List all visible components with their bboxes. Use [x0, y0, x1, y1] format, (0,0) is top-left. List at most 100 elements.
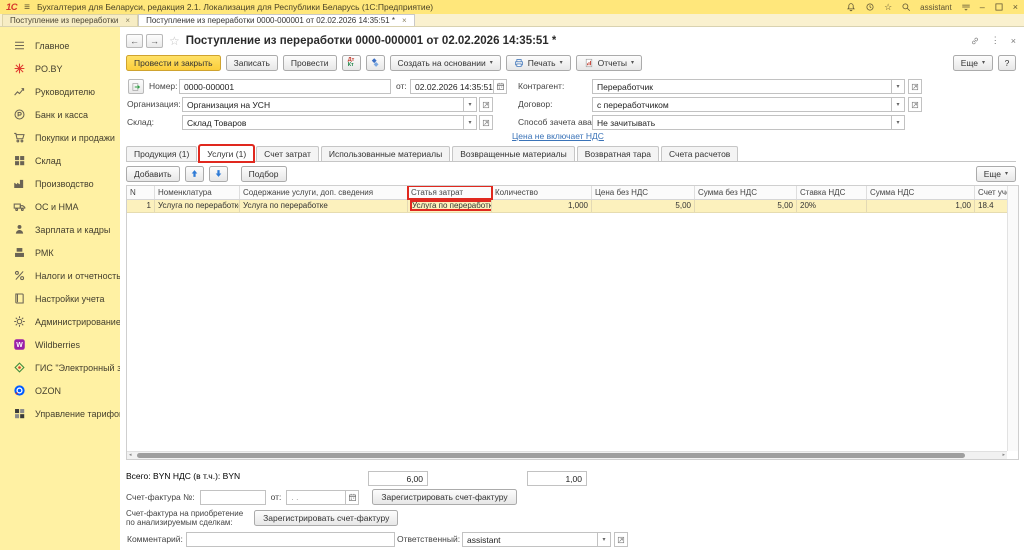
table-row[interactable]: 1 Услуга по переработке Услуга по перера… — [127, 200, 1018, 213]
sidebar-item-ozon[interactable]: OZON — [0, 379, 120, 402]
tab-settlement-accounts[interactable]: Счета расчетов — [661, 146, 738, 162]
cell-n[interactable]: 1 — [127, 200, 155, 212]
sidebar-item-taxes[interactable]: Налоги и отчетность — [0, 264, 120, 287]
counterparty-input[interactable]: Переработчик — [592, 79, 892, 94]
window-tab-list[interactable]: Поступление из переработки × — [2, 14, 138, 26]
notifications-bell-icon[interactable] — [846, 2, 856, 12]
advance-method-dropdown-button[interactable]: ▾ — [892, 115, 905, 130]
sidebar-item-gis[interactable]: ГИС "Электронный знак" — [0, 356, 120, 379]
warehouse-input[interactable]: Склад Товаров — [182, 115, 464, 130]
column-header-vat-amount[interactable]: Сумма НДС — [867, 186, 975, 199]
more-menu-icon[interactable]: ⋮ — [991, 35, 1000, 46]
search-icon[interactable] — [901, 2, 911, 12]
minimize-icon[interactable]: – — [980, 2, 985, 12]
add-row-button[interactable]: Добавить — [126, 166, 180, 182]
main-menu-icon[interactable]: ≡ — [24, 2, 30, 13]
show-postings-button[interactable]: ДтКт — [342, 55, 361, 71]
comment-input[interactable] — [186, 532, 395, 547]
cell-service-content[interactable]: Услуга по переработке — [240, 200, 408, 212]
more-button[interactable]: Еще ▾ — [953, 55, 993, 71]
favorite-star-icon[interactable]: ☆ — [169, 34, 180, 48]
sidebar-item-poby[interactable]: PO.BY — [0, 57, 120, 80]
column-header-cost-item[interactable]: Статья затрат — [408, 186, 492, 199]
close-tab-icon[interactable]: × — [402, 16, 407, 25]
invoice-number-input[interactable] — [200, 490, 266, 505]
print-button[interactable]: Печать ▾ — [506, 55, 571, 71]
cell-price-no-vat[interactable]: 5,00 — [592, 200, 695, 212]
post-and-close-button[interactable]: Провести и закрыть — [126, 55, 221, 71]
window-tab-document[interactable]: Поступление из переработки 0000-000001 о… — [138, 14, 415, 26]
sidebar-item-payroll[interactable]: Зарплата и кадры — [0, 218, 120, 241]
move-up-button[interactable] — [185, 166, 204, 182]
cell-quantity[interactable]: 1,000 — [492, 200, 592, 212]
sidebar-item-fixed-assets[interactable]: ОС и НМА — [0, 195, 120, 218]
post-button[interactable]: Провести — [283, 55, 337, 71]
contract-input[interactable]: с переработчиком — [592, 97, 892, 112]
tab-used-materials[interactable]: Использованные материалы — [321, 146, 450, 162]
sidebar-item-administration[interactable]: Администрирование — [0, 310, 120, 333]
scroll-right-icon[interactable]: ▸ — [1002, 452, 1005, 459]
current-user-label[interactable]: assistant — [920, 3, 952, 12]
tab-cost-account[interactable]: Счет затрат — [256, 146, 319, 162]
tab-returnable-packaging[interactable]: Возвратная тара — [577, 146, 659, 162]
sidebar-item-manager[interactable]: Руководителю — [0, 80, 120, 103]
register-invoice-analyzed-button[interactable]: Зарегистрировать счет-фактуру — [254, 510, 398, 526]
maximize-icon[interactable] — [994, 2, 1004, 12]
invoice-calendar-button[interactable] — [346, 490, 359, 505]
close-document-icon[interactable]: × — [1011, 36, 1016, 46]
column-header-amount-no-vat[interactable]: Сумма без НДС — [695, 186, 797, 199]
help-button[interactable]: ? — [998, 55, 1016, 71]
number-input[interactable]: 0000-000001 — [179, 79, 391, 94]
sidebar-item-main[interactable]: Главное — [0, 34, 120, 57]
column-header-vat-rate[interactable]: Ставка НДС — [797, 186, 867, 199]
create-on-base-button[interactable]: Создать на основании ▾ — [390, 55, 501, 71]
pick-button[interactable]: Подбор — [241, 166, 287, 182]
organization-dropdown-button[interactable]: ▾ — [464, 97, 477, 112]
close-tab-icon[interactable]: × — [125, 16, 130, 25]
total-input[interactable]: 6,00 — [368, 471, 428, 486]
column-header-n[interactable]: N — [127, 186, 155, 199]
history-icon[interactable] — [865, 2, 875, 12]
organization-input[interactable]: Организация на УСН — [182, 97, 464, 112]
cell-amount-no-vat[interactable]: 5,00 — [695, 200, 797, 212]
calendar-button[interactable] — [494, 79, 507, 94]
cell-cost-item[interactable]: Услуга по переработке — [408, 200, 492, 212]
tab-returned-materials[interactable]: Возвращенные материалы — [452, 146, 575, 162]
document-structure-button[interactable] — [366, 55, 385, 71]
cell-nomenclature[interactable]: Услуга по переработке — [155, 200, 240, 212]
sidebar-item-tariff[interactable]: Управление тарифом — [0, 402, 120, 425]
sidebar-item-pos[interactable]: РМК — [0, 241, 120, 264]
sidebar-item-production[interactable]: Производство — [0, 172, 120, 195]
column-header-service-content[interactable]: Содержание услуги, доп. сведения — [240, 186, 408, 199]
counterparty-dropdown-button[interactable]: ▾ — [892, 79, 905, 94]
date-input[interactable]: 02.02.2026 14:35:51 — [410, 79, 494, 94]
responsible-dropdown-button[interactable]: ▾ — [598, 532, 611, 547]
cell-vat-amount[interactable]: 1,00 — [867, 200, 975, 212]
invoice-date-input[interactable]: . . — [286, 490, 346, 505]
vat-total-input[interactable]: 1,00 — [527, 471, 587, 486]
sidebar-item-bank[interactable]: Банк и касса — [0, 103, 120, 126]
price-vat-link[interactable]: Цена не включает НДС — [512, 131, 604, 141]
responsible-input[interactable]: assistant — [462, 532, 598, 547]
sidebar-item-warehouse[interactable]: Склад — [0, 149, 120, 172]
column-header-quantity[interactable]: Количество — [492, 186, 592, 199]
cell-vat-rate[interactable]: 20% — [797, 200, 867, 212]
horizontal-scrollbar[interactable]: ◂ ▸ — [127, 451, 1007, 459]
tab-services[interactable]: Услуги (1) — [199, 145, 254, 162]
set-number-button[interactable] — [128, 79, 144, 94]
counterparty-open-button[interactable] — [908, 79, 922, 94]
warehouse-open-button[interactable] — [479, 115, 493, 130]
responsible-open-button[interactable] — [614, 532, 628, 547]
service-menu-icon[interactable] — [961, 2, 971, 12]
advance-method-input[interactable]: Не зачитывать — [592, 115, 892, 130]
tab-production[interactable]: Продукция (1) — [126, 146, 197, 162]
scrollbar-thumb[interactable] — [137, 453, 965, 458]
save-button[interactable]: Записать — [226, 55, 278, 71]
reports-button[interactable]: Отчеты ▾ — [576, 55, 642, 71]
table-more-button[interactable]: Еще ▾ — [976, 166, 1016, 182]
scroll-left-icon[interactable]: ◂ — [129, 452, 132, 459]
close-window-icon[interactable]: × — [1013, 2, 1018, 12]
sidebar-item-wildberries[interactable]: W Wildberries — [0, 333, 120, 356]
register-invoice-button[interactable]: Зарегистрировать счет-фактуру — [372, 489, 516, 505]
warehouse-dropdown-button[interactable]: ▾ — [464, 115, 477, 130]
